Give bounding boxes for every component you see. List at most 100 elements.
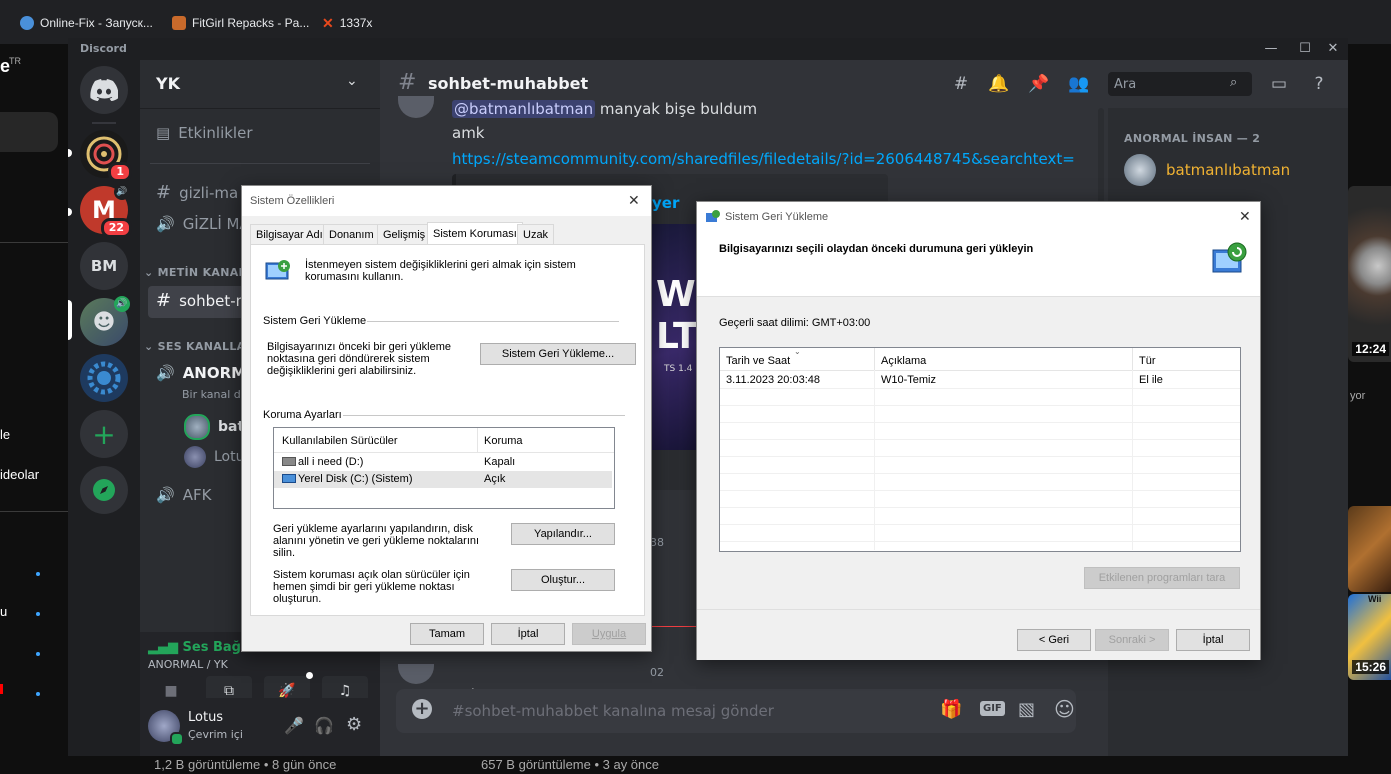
search-input[interactable]: Ara ⌕ [1108, 72, 1252, 96]
browser-tab-fitgirl[interactable]: FitGirl Repacks - Pa... [172, 14, 309, 32]
divider [0, 242, 68, 243]
tab-hardware[interactable]: Donanım [323, 224, 380, 244]
create-button[interactable]: Oluştur... [511, 569, 615, 591]
youtube-sidebar-item[interactable]: ideolar [0, 467, 39, 482]
channel-gizli-voice[interactable]: 🔊 GİZLİ MA [156, 215, 250, 233]
avatar [184, 414, 210, 440]
microphone-icon[interactable]: 🎤 [284, 716, 304, 735]
message-link[interactable]: https://steamcommunity.com/sharedfiles/f… [452, 150, 1075, 168]
emoji-icon[interactable]: ☺ [1054, 697, 1075, 721]
channel-sohbet[interactable]: # sohbet-m [156, 290, 250, 311]
cancel-button[interactable]: İptal [1176, 629, 1250, 651]
bell-icon[interactable]: 🔔 [988, 74, 1010, 96]
drive-protection: Kapalı [484, 456, 516, 468]
threads-icon[interactable]: # [950, 74, 972, 96]
ok-button[interactable]: Tamam [410, 623, 484, 645]
youtube-sidebar-item[interactable]: u [0, 604, 7, 619]
embed-title[interactable]: yer [652, 194, 679, 212]
category-voice-channels[interactable]: ⌄ SES KANALLAR [144, 340, 254, 353]
column-separator [1132, 348, 1133, 370]
drives-listview[interactable]: Kullanılabilen Sürücüler Koruma all i ne… [273, 427, 615, 509]
column-header[interactable]: Açıklama [881, 355, 926, 367]
embed-image-text: TS 1.4 [664, 364, 693, 374]
speaker-icon: 🔊 [156, 364, 175, 382]
tab-remote[interactable]: Uzak [517, 224, 555, 244]
discord-logo-icon [90, 79, 118, 101]
user-mention[interactable]: @batmanlıbatman [452, 100, 596, 118]
tab-system-protection[interactable]: Sistem Koruması [427, 222, 523, 245]
avatar [184, 446, 206, 468]
channel-events[interactable]: ▤ Etkinlikler [156, 124, 253, 142]
apply-button[interactable]: Uygula [572, 623, 646, 645]
divider [343, 415, 625, 416]
message-input[interactable]: + #sohbet-muhabbet kanalına mesaj gönder… [396, 689, 1076, 733]
gif-icon[interactable]: GIF [980, 701, 1005, 716]
video-thumbnail[interactable] [1348, 506, 1391, 592]
tab-advanced[interactable]: Gelişmiş [377, 224, 432, 244]
server-icon-yk[interactable]: ☻ 🔊 [80, 296, 130, 346]
grid-line [720, 490, 1240, 491]
column-header[interactable]: Tür [1139, 355, 1156, 367]
next-button[interactable]: Sonraki > [1095, 629, 1169, 651]
restore-heading: Bilgisayarınızı seçili olaydan önceki du… [719, 243, 1034, 255]
table-row[interactable]: 3.11.2023 20:03:48 W10-Temiz El ile [720, 371, 1240, 389]
table-row[interactable]: Yerel Disk (C:) (Sistem) Açık [274, 471, 612, 488]
headphones-icon[interactable]: 🎧 [314, 716, 334, 735]
server-name: YK [156, 74, 180, 93]
inbox-icon[interactable]: ▭ [1268, 74, 1290, 96]
minimize-icon[interactable]: — [1262, 40, 1280, 58]
video-thumbnail[interactable] [1348, 186, 1391, 362]
server-icon-radar[interactable]: 1 [80, 130, 132, 182]
pin-icon[interactable]: 📌 [1028, 74, 1050, 96]
system-restore-button[interactable]: Sistem Geri Yükleme... [480, 343, 636, 365]
grid-line [720, 541, 1240, 542]
voice-user-lotus[interactable]: Lotu [184, 446, 244, 468]
column-header[interactable]: Tarih ve Saat [726, 355, 790, 367]
message-fragment: manyak bişe buldum [595, 100, 758, 118]
intro-text: İstenmeyen sistem değişikliklerini geri … [305, 259, 576, 283]
category-text-channels[interactable]: ⌄ METİN KANALL [144, 266, 253, 279]
youtube-sidebar-active-item[interactable] [0, 112, 58, 152]
speaker-icon: 🔊 [114, 296, 130, 312]
drive-icon [282, 457, 296, 466]
column-header[interactable]: Kullanılabilen Sürücüler [282, 435, 398, 447]
member-item[interactable]: batmanlıbatman [1124, 154, 1290, 186]
server-icon-bm[interactable]: BM [80, 242, 128, 290]
explore-servers-button[interactable] [80, 466, 128, 514]
direct-messages-button[interactable] [80, 66, 128, 114]
online-status-icon [170, 732, 184, 746]
sticker-icon[interactable]: ▧ [1018, 699, 1035, 720]
close-icon[interactable]: ✕ [1324, 40, 1342, 58]
server-header[interactable]: YK ⌄ [140, 60, 380, 109]
server-icon-gmail[interactable]: M 🔊 22 [80, 184, 132, 238]
channel-gizli-text[interactable]: # gizli-ma [156, 182, 238, 203]
voice-user-name: Lotu [214, 449, 245, 465]
cancel-button[interactable]: İptal [491, 623, 565, 645]
maximize-icon[interactable]: ☐ [1296, 40, 1314, 58]
grid-line [720, 473, 1240, 474]
close-icon[interactable]: ✕ [628, 192, 640, 209]
browser-tab-online-fix[interactable]: Online-Fix - Запуск... [20, 14, 153, 32]
server-icon-gear[interactable] [80, 354, 128, 402]
divider [0, 511, 68, 512]
tab-computer-name[interactable]: Bilgisayar Adı [250, 224, 329, 244]
help-icon[interactable]: ? [1308, 74, 1330, 96]
gear-icon[interactable]: ⚙ [346, 714, 362, 735]
scan-affected-programs-button[interactable]: Etkilenen programları tara [1084, 567, 1240, 589]
add-server-button[interactable]: + [80, 410, 128, 458]
column-header[interactable]: Koruma [484, 435, 523, 447]
gift-icon[interactable]: 🎁 [940, 699, 962, 720]
calendar-icon: ▤ [156, 124, 171, 142]
back-button[interactable]: < Geri [1017, 629, 1091, 651]
plus-icon[interactable]: + [412, 699, 432, 719]
new-content-dot-icon [36, 572, 40, 576]
voice-channel-afk[interactable]: 🔊 AFK [156, 486, 211, 504]
close-icon[interactable]: ✕ [1239, 208, 1251, 225]
browser-tab-1337x[interactable]: ✕ 1337x [322, 14, 372, 32]
members-icon[interactable]: 👥 [1068, 74, 1090, 96]
restore-points-listview[interactable]: ⌄ Tarih ve Saat Açıklama Tür 3.11.2023 2… [719, 347, 1241, 552]
avatar [398, 96, 434, 118]
table-row[interactable]: all i need (D:) Kapalı [274, 454, 614, 471]
configure-button[interactable]: Yapılandır... [511, 523, 615, 545]
youtube-sidebar-item[interactable]: le [0, 427, 10, 442]
